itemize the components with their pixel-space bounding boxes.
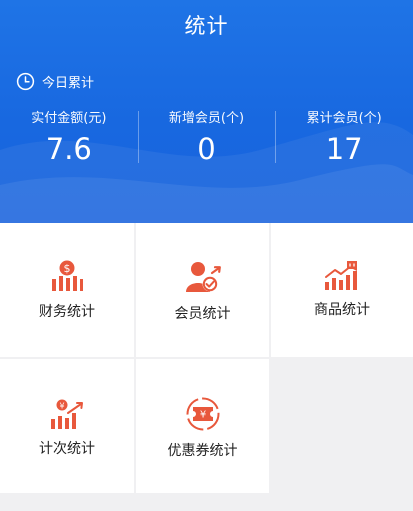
menu-item-finance[interactable]: $ 财务统计: [0, 223, 134, 357]
menu-item-label: 优惠券统计: [167, 443, 238, 459]
today-summary-row: 今日累计: [16, 71, 94, 91]
member-icon: [185, 262, 221, 292]
stat-label: 累计会员(个): [306, 111, 382, 126]
svg-text:¥: ¥: [59, 402, 64, 411]
stat-paid-amount: 实付金额(元) 7.6: [0, 107, 138, 167]
stats-summary: 实付金额(元) 7.6 新增会员(个) 0 累计会员(个) 17: [0, 107, 413, 167]
menu-item-coupon[interactable]: ¥ 优惠券统计: [136, 359, 269, 493]
svg-text:$: $: [64, 262, 71, 275]
menu-empty-slot: [271, 359, 413, 493]
coupon-icon: ¥: [186, 397, 219, 431]
stat-new-members: 新增会员(个) 0: [137, 107, 276, 167]
menu-item-goods[interactable]: 商品统计: [271, 223, 413, 357]
menu-item-members[interactable]: 会员统计: [136, 223, 269, 357]
menu-item-label: 计次统计: [39, 441, 95, 457]
goods-icon: [325, 261, 357, 290]
stat-label: 实付金额(元): [31, 111, 107, 126]
finance-icon: $: [52, 260, 83, 291]
stats-header: 统计 今日累计 实付金额(元) 7.6 新增会员(个) 0 累计会员(个) 17: [0, 0, 413, 223]
page-title: 统计: [184, 14, 229, 38]
stat-value: 0: [197, 132, 216, 166]
today-summary-label: 今日累计: [42, 75, 95, 91]
count-icon: ¥: [51, 399, 83, 429]
stat-label: 新增会员(个): [168, 111, 245, 126]
svg-text:¥: ¥: [199, 410, 205, 421]
stat-total-members: 累计会员(个) 17: [275, 107, 413, 167]
clock-icon: [16, 72, 35, 90]
menu-item-label: 财务统计: [39, 304, 95, 320]
stat-value: 17: [325, 132, 363, 166]
menu-item-label: 商品统计: [314, 302, 370, 318]
stat-value: 7.6: [45, 132, 92, 166]
menu-item-count[interactable]: ¥ 计次统计: [0, 359, 134, 493]
menu-item-label: 会员统计: [174, 306, 231, 322]
